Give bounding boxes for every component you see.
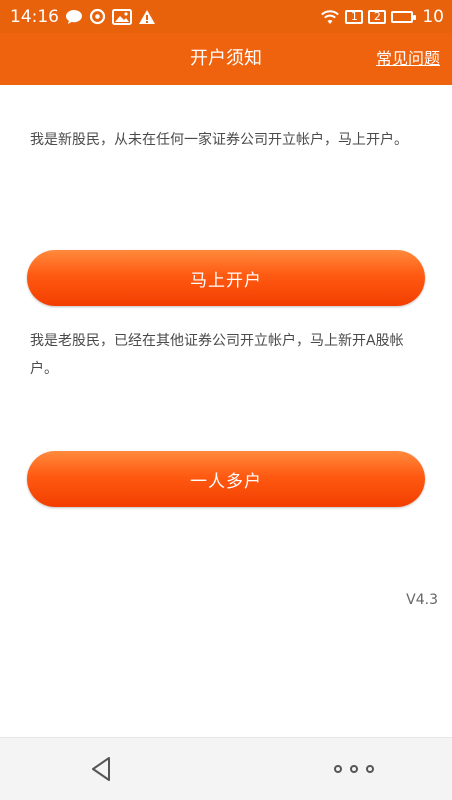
sync-icon [89, 8, 106, 25]
version-label: V4.3 [406, 592, 438, 608]
sim1-icon: 1 [345, 9, 364, 24]
image-icon [112, 8, 132, 25]
sim2-icon: 2 [368, 9, 387, 24]
status-time: 14:16 [10, 6, 59, 27]
multi-account-button[interactable]: 一人多户 [27, 451, 425, 507]
chat-bubble-icon [65, 9, 83, 25]
navigation-bar [0, 737, 452, 800]
new-investor-description: 我是新股民，从未在任何一家证券公司开立帐户，马上开户。 [30, 132, 408, 148]
open-account-button[interactable]: 马上开户 [27, 250, 425, 306]
wifi-icon [320, 9, 340, 25]
warning-icon [138, 9, 156, 25]
existing-investor-description: 我是老股民，已经在其他证券公司开立帐户，马上新开A股帐户。 [30, 333, 404, 377]
back-triangle-icon[interactable] [86, 754, 116, 784]
faq-link[interactable]: 常见问题 [376, 33, 440, 85]
status-bar: 14:16 1 2 10 [0, 0, 452, 33]
battery-icon [391, 10, 417, 23]
more-dots-icon[interactable] [334, 756, 374, 782]
app-header: 开户须知 常见问题 [0, 33, 452, 85]
battery-level: 10 [422, 6, 444, 27]
